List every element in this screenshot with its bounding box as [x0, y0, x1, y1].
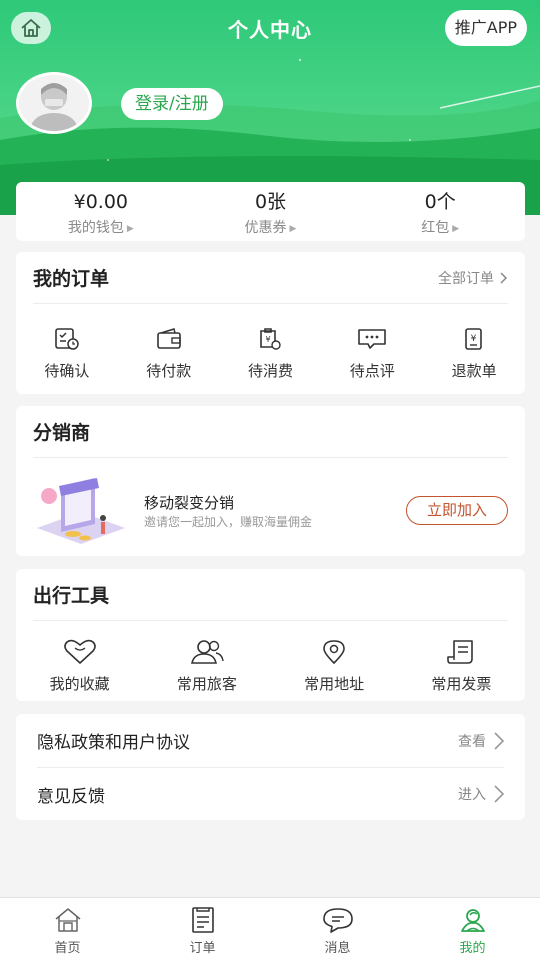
privacy-policy-row[interactable]: 隐私政策和用户协议 查看: [37, 714, 504, 767]
tab-label: 订单: [189, 941, 216, 956]
privacy-policy-label: 隐私政策和用户协议: [37, 733, 190, 753]
pending-confirm-icon: [55, 328, 79, 350]
tab-profile[interactable]: 我的: [405, 898, 540, 960]
all-orders-label: 全部订单: [438, 270, 494, 287]
distribution-program-desc: 邀请您一起加入，赚取海量佣金: [144, 515, 313, 529]
tool-item-label: 我的收藏: [49, 675, 110, 693]
distributor-title: 分销商: [33, 422, 91, 444]
message-icon: [322, 908, 353, 933]
red-packet-count: 0个: [424, 191, 456, 213]
order-pending-review[interactable]: 待点评: [321, 326, 423, 381]
tool-frequent-travelers[interactable]: 常用旅客: [143, 639, 270, 694]
order-item-label: 待付款: [146, 362, 192, 380]
distributor-card: 分销商 移动裂变分销 邀请您一起加入，赚取海量佣金 立即加入: [16, 406, 525, 556]
coupons-item[interactable]: 0张 优惠券 ▶: [186, 182, 356, 241]
tab-orders[interactable]: 订单: [135, 898, 270, 960]
home-icon: [55, 908, 80, 932]
chevron-right-icon: [500, 271, 508, 284]
feedback-label: 意见反馈: [37, 786, 105, 807]
caret-right-icon: ▶: [289, 224, 297, 234]
join-now-button[interactable]: 立即加入: [406, 496, 508, 525]
order-item-label: 待点评: [349, 362, 395, 380]
promote-app-button[interactable]: 推广APP: [444, 10, 527, 46]
chevron-right-icon: [494, 785, 504, 803]
order-item-label: 待确认: [44, 362, 90, 380]
tab-home[interactable]: 首页: [0, 898, 135, 960]
my-wallet-item[interactable]: ¥0.00 我的钱包 ▶: [16, 182, 186, 241]
order-pending-payment[interactable]: 待付款: [118, 326, 220, 381]
order-icon: [191, 907, 214, 933]
red-packet-item[interactable]: 0个 红包 ▶: [355, 182, 525, 241]
tool-item-label: 常用旅客: [176, 675, 237, 693]
refund-icon: ¥: [465, 328, 482, 350]
tool-frequent-invoices[interactable]: 常用发票: [398, 639, 525, 694]
red-packet-label: 红包: [421, 220, 450, 236]
all-orders-link[interactable]: 全部订单: [438, 268, 508, 288]
order-pending-consume[interactable]: ¥ 待消费: [220, 326, 322, 381]
bottom-tab-bar: 首页 订单 消息 我的: [0, 897, 540, 960]
avatar[interactable]: [16, 72, 92, 134]
wallet-summary-card: ¥0.00 我的钱包 ▶ 0张 优惠券 ▶ 0个 红包 ▶: [16, 182, 525, 241]
tool-frequent-addresses[interactable]: 常用地址: [271, 639, 398, 694]
wallet-label: 我的钱包: [67, 220, 124, 236]
order-item-label: 退款单: [451, 362, 497, 380]
login-register-button[interactable]: 登录/注册: [121, 88, 223, 120]
heart-icon: [63, 639, 96, 664]
distribution-illustration: [37, 478, 125, 544]
settings-links-card: 隐私政策和用户协议 查看 意见反馈 进入: [16, 714, 525, 820]
tool-my-favorites[interactable]: 我的收藏: [16, 639, 143, 694]
profile-icon: [460, 909, 485, 932]
tab-label: 我的: [459, 941, 486, 956]
travel-tools-title: 出行工具: [33, 585, 110, 607]
svg-text:¥: ¥: [266, 335, 271, 344]
chevron-right-icon: [494, 731, 504, 750]
people-icon: [190, 640, 224, 664]
location-icon: [323, 640, 345, 665]
wallet-balance: ¥0.00: [73, 191, 129, 213]
ticket-icon: ¥: [260, 328, 282, 350]
invoice-icon: [447, 640, 474, 664]
tool-item-label: 常用发票: [431, 675, 492, 693]
tab-label: 首页: [54, 941, 81, 956]
distribution-program-name: 移动裂变分销: [144, 494, 235, 512]
coupon-label: 优惠券: [244, 220, 287, 236]
order-item-label: 待消费: [247, 362, 293, 380]
enter-label: 进入: [458, 787, 486, 803]
order-pending-confirm[interactable]: 待确认: [16, 326, 118, 381]
caret-right-icon: ▶: [452, 224, 460, 234]
travel-tools-card: 出行工具 我的收藏 常用旅客 常用地址 常用发票: [16, 569, 525, 701]
svg-text:¥: ¥: [471, 334, 477, 344]
comment-icon: [358, 329, 387, 349]
view-label: 查看: [458, 733, 486, 750]
my-orders-card: 我的订单 全部订单 待确认 待付款 ¥ 待消费 待点评 ¥ 退款单: [16, 252, 525, 394]
wallet-icon: [156, 328, 181, 349]
orders-title: 我的订单: [33, 268, 110, 290]
tab-messages[interactable]: 消息: [270, 898, 405, 960]
caret-right-icon: ▶: [126, 224, 134, 234]
feedback-row[interactable]: 意见反馈 进入: [37, 767, 504, 820]
coupon-count: 0张: [254, 191, 287, 213]
tool-item-label: 常用地址: [304, 675, 365, 693]
default-avatar-icon: [19, 75, 89, 131]
order-refund[interactable]: ¥ 退款单: [423, 326, 525, 381]
tab-label: 消息: [324, 941, 351, 956]
